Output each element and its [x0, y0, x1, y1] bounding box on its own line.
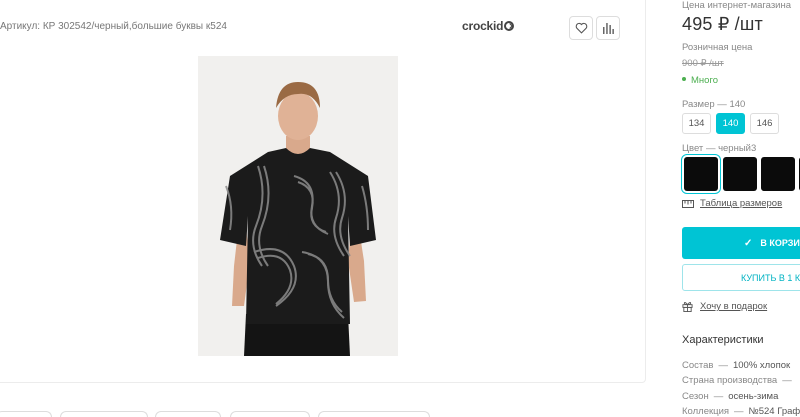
thumbnail-tab[interactable] — [155, 411, 221, 417]
spec-dash: — — [718, 360, 728, 371]
thumbnail-tab[interactable] — [230, 411, 310, 417]
spec-row: Сезон — осень-зима — [682, 391, 778, 402]
spec-key: Сезон — [682, 391, 709, 402]
brand-mark-icon — [504, 21, 515, 31]
brand-logo[interactable]: crockid — [462, 19, 515, 33]
ruler-icon — [682, 199, 694, 208]
retail-price-label: Розничная цена — [682, 42, 753, 53]
color-label: Цвет — черный3 — [682, 143, 756, 154]
size-table-link-text: Таблица размеров — [700, 198, 783, 209]
specs-title: Характеристики — [682, 334, 764, 346]
size-table-link[interactable]: Таблица размеров — [682, 198, 782, 209]
compare-button[interactable] — [596, 16, 620, 40]
spec-key: Коллекция — [682, 406, 730, 417]
favorite-button[interactable] — [569, 16, 593, 40]
color-swatch-selected[interactable] — [684, 157, 718, 191]
thumbnail-tab[interactable] — [0, 411, 52, 417]
spec-dash: — — [782, 375, 792, 386]
color-label-dash: — — [705, 143, 716, 154]
store-price-label: Цена интернет-магазина — [682, 0, 792, 11]
price: 495 ₽ /шт — [682, 14, 763, 34]
spec-value: №524 Граф — [748, 406, 800, 417]
size-label-text: Размер — [682, 99, 715, 110]
size-option-140[interactable]: 140 — [716, 113, 745, 134]
heart-icon — [575, 22, 587, 34]
stock-status-text: Много — [691, 75, 718, 86]
color-selected: черный3 — [718, 143, 757, 154]
old-price: 900 ₽ /шт — [682, 58, 724, 69]
add-to-cart-button[interactable]: ✓ В КОРЗИ — [682, 227, 800, 259]
buy-one-click-label: КУПИТЬ В 1 К — [741, 272, 800, 283]
thumbnail-tab[interactable] — [318, 411, 430, 417]
spec-dash: — — [713, 391, 724, 402]
stock-status: Много — [680, 75, 718, 86]
color-swatch[interactable] — [723, 157, 757, 191]
spec-value: 100% хлопок — [732, 360, 791, 371]
article-number: Артикул: КР 302542/черный,большие буквы … — [0, 21, 227, 32]
product-photo-illustration — [198, 56, 398, 356]
spec-key: Состав — [682, 360, 714, 371]
size-label: Размер — 140 — [682, 99, 745, 110]
spec-value: осень-зима — [728, 391, 779, 402]
stock-dot-icon — [682, 77, 686, 81]
spec-row: Коллекция — №524 Граф — [682, 406, 800, 417]
check-icon: ✓ — [744, 237, 753, 249]
bar-chart-icon — [603, 23, 614, 34]
spec-row: Состав — 100% хлопок — [682, 360, 790, 371]
brand-name: crockid — [462, 19, 504, 33]
size-selected: 140 — [729, 99, 746, 110]
product-photo[interactable] — [198, 56, 398, 356]
color-label-text: Цвет — [682, 143, 704, 154]
size-option-134[interactable]: 134 — [682, 113, 711, 134]
gift-link[interactable]: Хочу в подарок — [682, 301, 767, 312]
color-swatch[interactable] — [761, 157, 795, 191]
add-to-cart-label: В КОРЗИ — [760, 238, 800, 248]
thumbnail-tab[interactable] — [60, 411, 148, 417]
size-label-dash: — — [717, 99, 727, 110]
gift-icon — [682, 301, 693, 312]
gift-link-text: Хочу в подарок — [700, 301, 768, 312]
spec-dash: — — [734, 406, 744, 417]
size-option-146[interactable]: 146 — [750, 113, 779, 134]
spec-key: Страна производства — [682, 375, 778, 386]
buy-one-click-button[interactable]: КУПИТЬ В 1 К — [682, 264, 800, 291]
spec-row: Страна производства — — [682, 375, 797, 386]
